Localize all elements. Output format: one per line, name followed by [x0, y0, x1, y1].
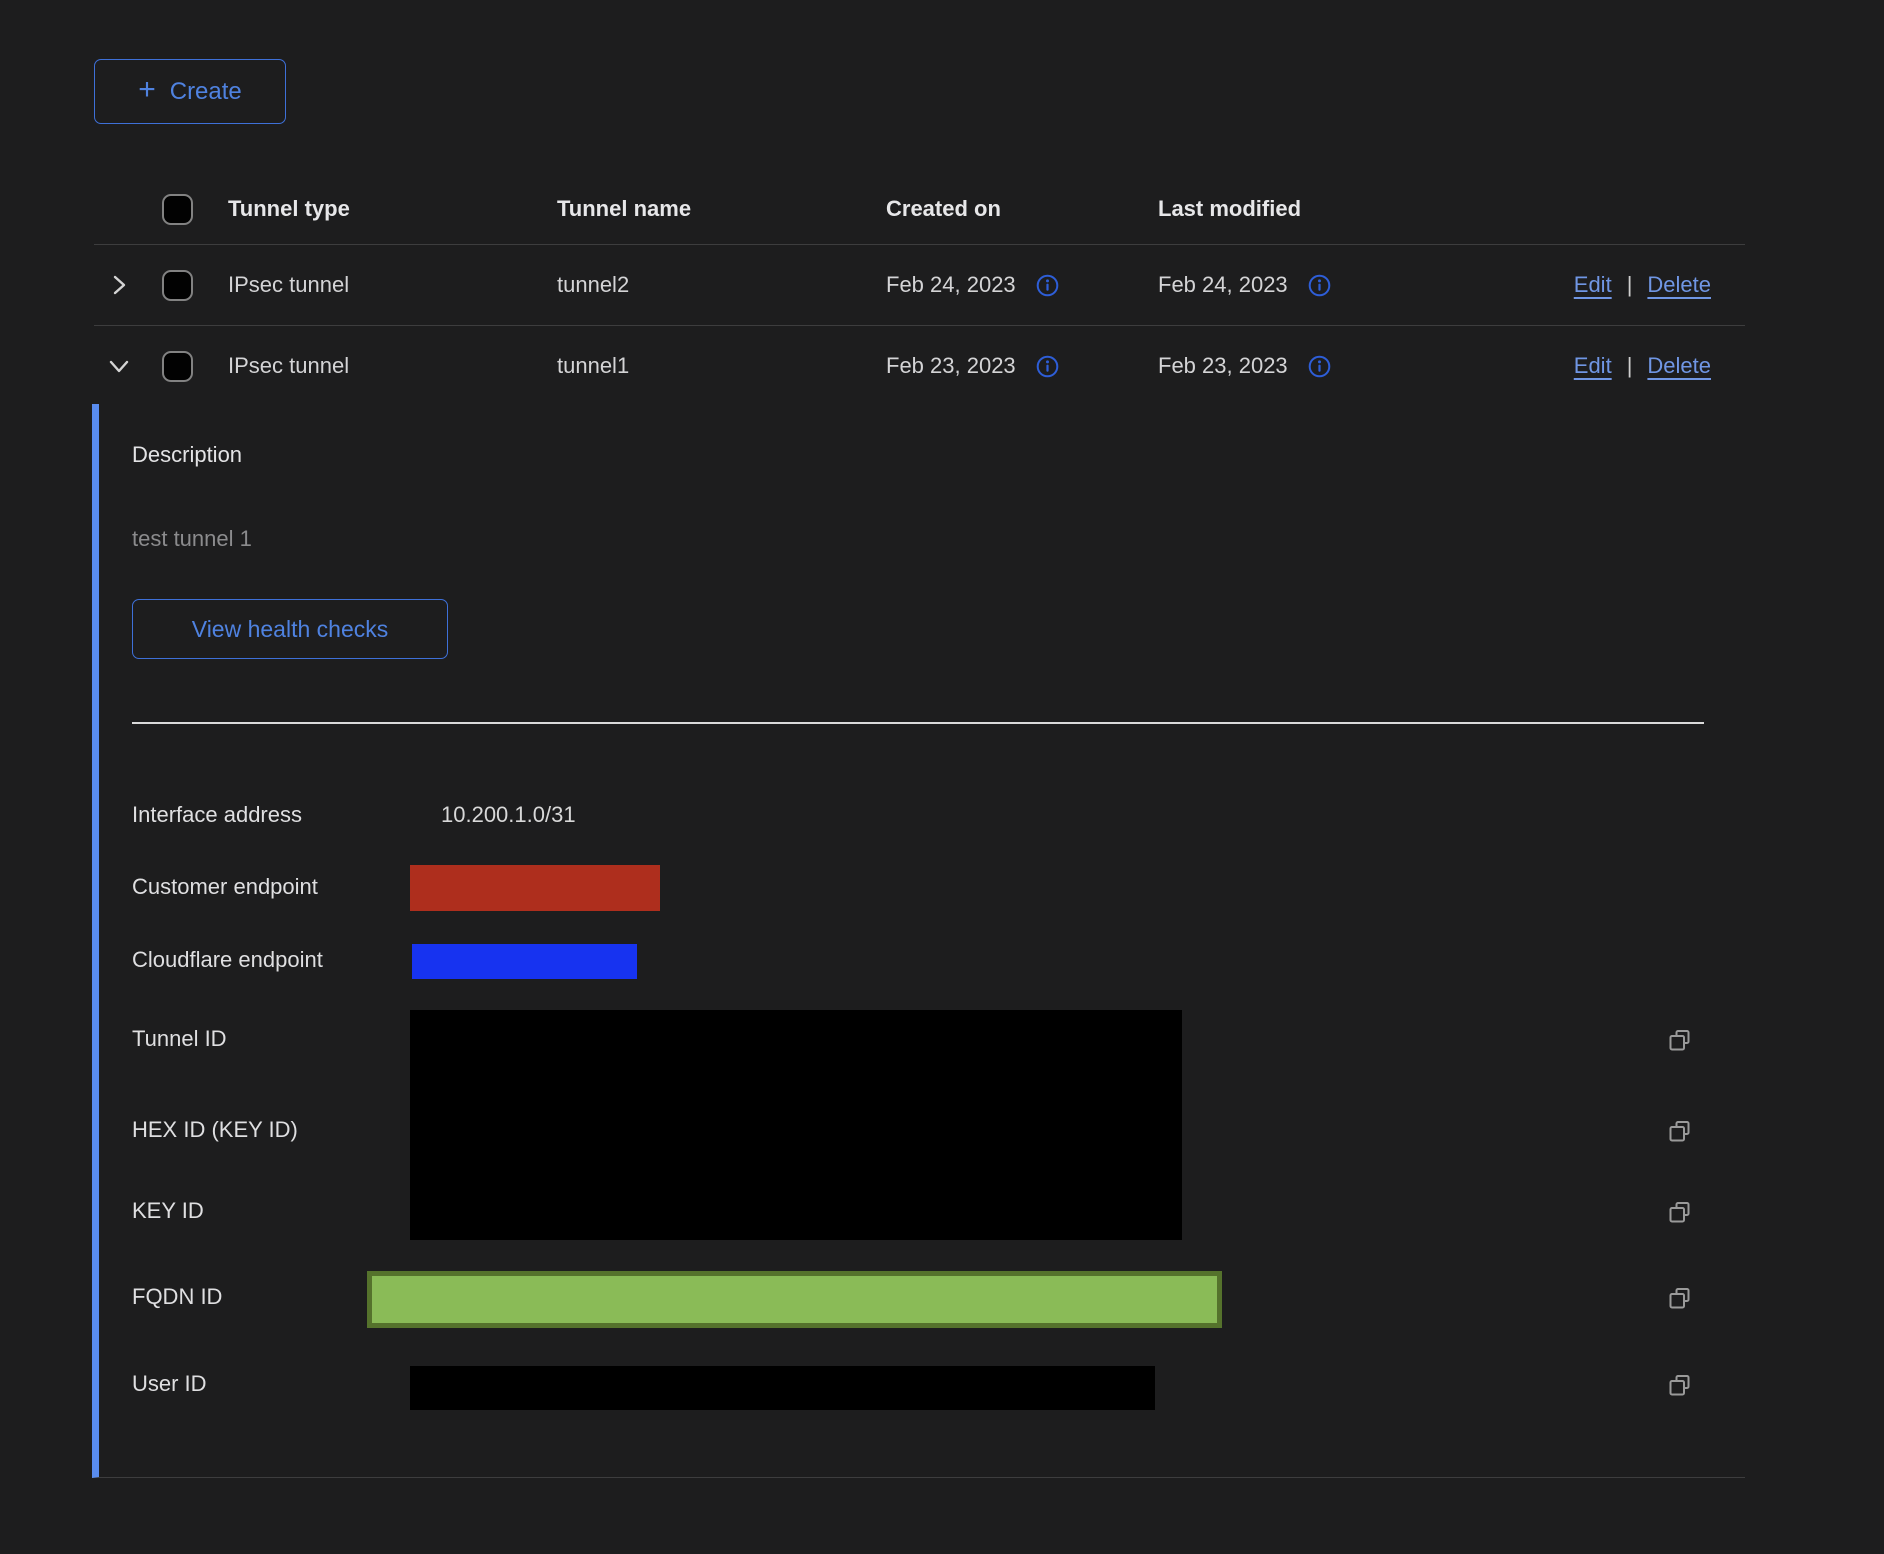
description-value: test tunnel 1 [132, 526, 252, 552]
fqdn-id-label: FQDN ID [132, 1284, 222, 1310]
info-icon[interactable] [1036, 355, 1059, 378]
user-id-redacted-value [410, 1366, 1155, 1410]
tunnel-details-panel: Description test tunnel 1 View health ch… [92, 404, 1745, 1478]
last-modified-cell: Feb 23, 2023 [1158, 353, 1288, 379]
column-header-created-on: Created on [886, 196, 1158, 222]
tunnel-type-cell: IPsec tunnel [228, 272, 557, 298]
column-header-last-modified: Last modified [1158, 196, 1540, 222]
chevron-right-icon[interactable] [106, 272, 132, 298]
edit-link[interactable]: Edit [1574, 272, 1612, 298]
create-button-label: Create [170, 78, 242, 106]
info-icon[interactable] [1308, 355, 1331, 378]
fqdn-id-redacted-value [367, 1271, 1222, 1328]
last-modified-cell: Feb 24, 2023 [1158, 272, 1288, 298]
select-all-checkbox[interactable] [162, 194, 193, 225]
create-button[interactable]: + Create [94, 59, 286, 124]
table-row-tunnel1: IPsec tunnel tunnel1 Feb 23, 2023 Feb 23… [94, 326, 1745, 406]
key-id-label: KEY ID [132, 1198, 204, 1224]
column-header-tunnel-name: Tunnel name [557, 196, 886, 222]
created-on-cell: Feb 23, 2023 [886, 353, 1016, 379]
row-checkbox-tunnel1[interactable] [162, 351, 193, 382]
interface-address-label: Interface address [132, 802, 302, 828]
description-label: Description [132, 442, 242, 468]
customer-endpoint-redacted-value [410, 865, 660, 911]
created-on-cell: Feb 24, 2023 [886, 272, 1016, 298]
customer-endpoint-label: Customer endpoint [132, 874, 318, 900]
table-header-row: Tunnel type Tunnel name Created on Last … [94, 174, 1745, 245]
copy-fqdn-id-button[interactable] [1666, 1284, 1694, 1312]
row-checkbox-tunnel2[interactable] [162, 270, 193, 301]
tunnels-table: Tunnel type Tunnel name Created on Last … [94, 174, 1745, 406]
view-health-checks-button[interactable]: View health checks [132, 599, 448, 659]
chevron-down-icon[interactable] [106, 353, 132, 379]
user-id-label: User ID [132, 1371, 207, 1397]
copy-tunnel-id-button[interactable] [1666, 1026, 1694, 1054]
info-icon[interactable] [1036, 274, 1059, 297]
delete-link[interactable]: Delete [1647, 353, 1711, 379]
copy-user-id-button[interactable] [1666, 1371, 1694, 1399]
delete-link[interactable]: Delete [1647, 272, 1711, 298]
tunnel-name-cell: tunnel1 [557, 353, 886, 379]
view-health-checks-label: View health checks [192, 616, 388, 643]
edit-link[interactable]: Edit [1574, 353, 1612, 379]
tunnel-id-label: Tunnel ID [132, 1026, 227, 1052]
column-header-tunnel-type: Tunnel type [228, 196, 557, 222]
hex-id-label: HEX ID (KEY ID) [132, 1117, 298, 1143]
cloudflare-endpoint-label: Cloudflare endpoint [132, 947, 323, 973]
table-row-tunnel2: IPsec tunnel tunnel2 Feb 24, 2023 Feb 24… [94, 245, 1745, 326]
cloudflare-endpoint-redacted-value [412, 944, 637, 979]
tunnel-type-cell: IPsec tunnel [228, 353, 557, 379]
interface-address-value: 10.200.1.0/31 [441, 802, 576, 828]
copy-hex-id-button[interactable] [1666, 1117, 1694, 1145]
action-separator: | [1627, 272, 1633, 298]
tunnel-hex-key-ids-redacted-value [410, 1010, 1182, 1240]
info-icon[interactable] [1308, 274, 1331, 297]
section-divider [132, 722, 1704, 724]
ipsec-tunnels-page: + Create Tunnel type Tunnel name Created… [0, 0, 1884, 1554]
copy-key-id-button[interactable] [1666, 1198, 1694, 1226]
action-separator: | [1627, 353, 1633, 379]
tunnel-name-cell: tunnel2 [557, 272, 886, 298]
plus-icon: + [138, 75, 156, 105]
